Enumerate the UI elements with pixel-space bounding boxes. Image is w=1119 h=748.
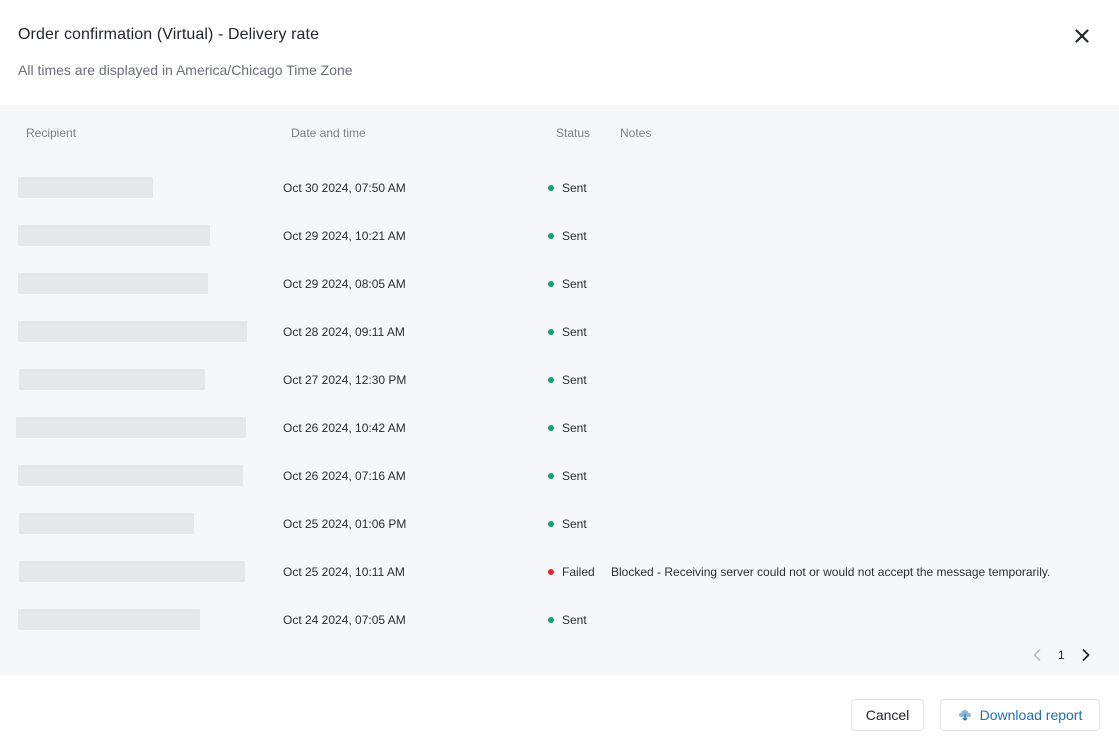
recipient-redacted xyxy=(19,369,205,390)
row-date: Oct 26 2024, 10:42 AM xyxy=(283,421,406,435)
chevron-right-icon xyxy=(1082,649,1090,661)
row-date: Oct 27 2024, 12:30 PM xyxy=(283,373,407,387)
recipient-redacted xyxy=(19,513,194,534)
cancel-button[interactable]: Cancel xyxy=(851,699,924,731)
row-status: Sent xyxy=(562,229,587,243)
row-status: Failed xyxy=(562,565,595,579)
status-dot-icon xyxy=(548,521,554,527)
status-dot-icon xyxy=(548,425,554,431)
status-dot-icon xyxy=(548,473,554,479)
table-row: Oct 24 2024, 07:05 AM Sent xyxy=(0,596,1119,644)
row-status: Sent xyxy=(562,277,587,291)
dialog-footer: Cancel Download report xyxy=(0,675,1119,748)
column-header-notes[interactable]: Notes xyxy=(620,126,651,140)
row-status: Sent xyxy=(562,181,587,195)
recipient-redacted xyxy=(18,609,200,630)
row-date: Oct 28 2024, 09:11 AM xyxy=(283,325,405,339)
close-button[interactable] xyxy=(1070,24,1094,48)
status-dot-icon xyxy=(548,377,554,383)
recipient-redacted xyxy=(16,417,246,438)
dialog-title: Order confirmation (Virtual) - Delivery … xyxy=(18,26,320,43)
row-status: Sent xyxy=(562,325,587,339)
row-status: Sent xyxy=(562,469,587,483)
recipient-redacted xyxy=(18,273,208,294)
status-dot-icon xyxy=(548,185,554,191)
timezone-note: All times are displayed in America/Chica… xyxy=(18,62,353,78)
status-dot-icon xyxy=(548,569,554,575)
download-report-button[interactable]: Download report xyxy=(940,699,1100,731)
row-date: Oct 25 2024, 01:06 PM xyxy=(283,517,407,531)
table-row: Oct 25 2024, 10:11 AM Failed Blocked - Rec… xyxy=(0,548,1119,596)
row-status: Sent xyxy=(562,373,587,387)
recipient-redacted xyxy=(18,465,243,486)
status-dot-icon xyxy=(548,329,554,335)
column-header-status[interactable]: Status xyxy=(556,126,590,140)
table-row: Oct 30 2024, 07:50 AM Sent xyxy=(0,164,1119,212)
table-row: Oct 26 2024, 07:16 AM Sent xyxy=(0,452,1119,500)
row-status: Sent xyxy=(562,613,587,627)
row-notes: Blocked - Receiving server could not or … xyxy=(611,565,1051,579)
status-dot-icon xyxy=(548,233,554,239)
table-row: Oct 25 2024, 01:06 PM Sent xyxy=(0,500,1119,548)
row-date: Oct 29 2024, 08:05 AM xyxy=(283,277,406,291)
next-page-button[interactable] xyxy=(1079,646,1093,664)
row-date: Oct 29 2024, 10:21 AM xyxy=(283,229,406,243)
status-dot-icon xyxy=(548,281,554,287)
row-status: Sent xyxy=(562,421,587,435)
status-dot-icon xyxy=(548,617,554,623)
table-row: Oct 29 2024, 08:05 AM Sent xyxy=(0,260,1119,308)
recipient-redacted xyxy=(18,225,210,246)
recipient-redacted xyxy=(18,321,247,342)
table-row: Oct 28 2024, 09:11 AM Sent xyxy=(0,308,1119,356)
cloud-download-icon xyxy=(958,710,971,721)
table-row: Oct 26 2024, 10:42 AM Sent xyxy=(0,404,1119,452)
dialog-header: Order confirmation (Virtual) - Delivery … xyxy=(0,0,1119,105)
recipient-redacted xyxy=(18,177,153,198)
current-page-number[interactable]: 1 xyxy=(1058,648,1065,662)
recipient-redacted xyxy=(19,561,245,582)
column-header-recipient[interactable]: Recipient xyxy=(26,126,76,140)
download-report-label: Download report xyxy=(979,707,1083,723)
row-date: Oct 24 2024, 07:05 AM xyxy=(283,613,406,627)
row-date: Oct 26 2024, 07:16 AM xyxy=(283,469,406,483)
chevron-left-icon xyxy=(1033,649,1041,661)
row-date: Oct 30 2024, 07:50 AM xyxy=(283,181,406,195)
delivery-table: Recipient Date and time Status Notes Oct… xyxy=(0,105,1119,675)
table-row: Oct 29 2024, 10:21 AM Sent xyxy=(0,212,1119,260)
table-row: Oct 27 2024, 12:30 PM Sent xyxy=(0,356,1119,404)
previous-page-button xyxy=(1030,646,1044,664)
row-date: Oct 25 2024, 10:11 AM xyxy=(283,565,405,579)
close-icon xyxy=(1075,29,1089,43)
row-status: Sent xyxy=(562,517,587,531)
column-header-date[interactable]: Date and time xyxy=(291,126,366,140)
